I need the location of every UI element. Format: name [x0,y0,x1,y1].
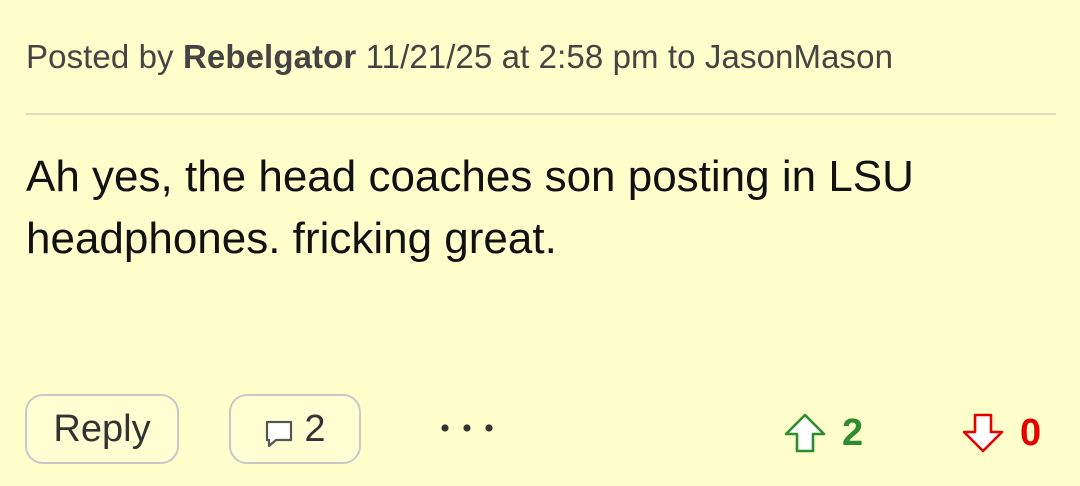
comment-count: 2 [304,407,326,450]
reply-to-user-link[interactable]: JasonMason [705,38,893,75]
forum-post: Posted by Rebelgator 11/21/25 at 2:58 pm… [0,0,1080,486]
upvote-count: 2 [842,411,864,454]
author-link[interactable]: Rebelgator [183,38,356,75]
meta-divider [26,113,1056,115]
to-label: to [667,38,696,75]
comments-button[interactable]: 2 [229,394,361,464]
post-body: Ah yes, the head coaches son posting in … [26,152,914,263]
post-timestamp: 11/21/25 at 2:58 pm [365,38,659,75]
post-meta: Posted by Rebelgator 11/21/25 at 2:58 pm… [26,38,893,76]
upvote-arrow-icon [782,412,828,454]
downvote-button[interactable]: 0 [960,405,1041,461]
comment-bubble-icon [264,416,294,448]
more-options-button[interactable] [432,410,502,450]
more-dots-icon [439,421,495,439]
reply-button[interactable]: Reply [25,394,179,464]
downvote-count: 0 [1020,411,1042,454]
downvote-arrow-icon [960,412,1006,454]
upvote-button[interactable]: 2 [782,405,863,461]
reply-button-label: Reply [53,407,151,450]
posted-by-label: Posted by [26,38,174,75]
